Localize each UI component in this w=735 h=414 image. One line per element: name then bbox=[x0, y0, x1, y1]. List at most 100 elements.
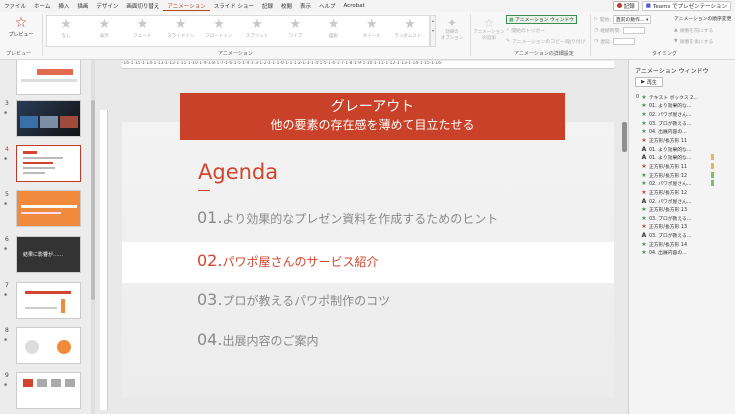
animation-pane-label: アニメーション ウィンドウ bbox=[515, 18, 574, 23]
delay-input[interactable] bbox=[613, 38, 636, 45]
banner-title: グレーアウト bbox=[330, 99, 415, 115]
menu-record[interactable]: 記録 bbox=[258, 2, 277, 10]
scrollbar-thumb[interactable] bbox=[91, 100, 95, 300]
thumb-shape bbox=[25, 307, 57, 309]
anim-wipe[interactable]: ★ ワイプ bbox=[276, 16, 314, 46]
text-effect-icon: A bbox=[641, 145, 647, 153]
animation-list-item[interactable]: A 03. プロが教える... bbox=[631, 231, 735, 240]
menu-animations[interactable]: アニメーション bbox=[163, 2, 210, 11]
thumbnail-scrollbar[interactable] bbox=[91, 60, 95, 414]
anim-appear[interactable]: ★ 表示 bbox=[85, 16, 123, 46]
ribbon-separator bbox=[470, 14, 471, 56]
menu-transitions[interactable]: 画面切り替え bbox=[122, 2, 163, 10]
menu-slideshow[interactable]: スライド ショー bbox=[210, 2, 258, 10]
effect-options-button[interactable]: ✦ 効果の オプション bbox=[438, 16, 466, 42]
animation-list-item[interactable]: ★ 04. 出展内容の... bbox=[631, 128, 735, 137]
slide-thumbnail-5[interactable] bbox=[16, 190, 81, 227]
entrance-effect-icon: ★ bbox=[641, 102, 647, 110]
thumb-image bbox=[40, 116, 58, 128]
exit-effect-icon: ★ bbox=[641, 223, 647, 231]
text-effect-icon: A bbox=[641, 232, 647, 240]
menu-help[interactable]: ヘルプ bbox=[315, 2, 340, 10]
agenda-item-2[interactable]: 02.パワポ屋さんのサービス紹介 bbox=[197, 251, 378, 270]
entrance-effect-icon: ★ bbox=[641, 128, 647, 136]
menu-file[interactable]: ファイル bbox=[0, 2, 30, 10]
start-icon: ▷ bbox=[594, 17, 598, 22]
animation-list: 0 ★ テキスト ボックス 2... ★ 01. より効果的な... ★ 02. パワポ屋さ… bbox=[631, 93, 735, 257]
animation-list-item[interactable]: ★ 02. パワポ屋さん... bbox=[631, 110, 735, 119]
slide-thumbnail-3[interactable] bbox=[16, 100, 81, 137]
slide-thumbnail-6[interactable]: 結果に影響が…… bbox=[16, 236, 81, 273]
vertical-ruler bbox=[100, 110, 108, 410]
menu-review[interactable]: 校閲 bbox=[277, 2, 296, 10]
agenda-item-3[interactable]: 03.プロが教えるパワポ制作のコツ bbox=[197, 290, 390, 309]
preview-button[interactable]: ☆ プレビュー bbox=[3, 15, 39, 51]
teams-present-button[interactable]: ■ Teams でプレゼンテーション bbox=[641, 1, 731, 11]
anim-fly-in[interactable]: ★ スライドイン bbox=[162, 16, 200, 46]
animation-pane-button[interactable]: ▦ アニメーション ウィンドウ bbox=[506, 15, 577, 24]
star-icon: ★ bbox=[289, 17, 302, 32]
slide-thumbnail-4[interactable] bbox=[16, 145, 81, 182]
animation-painter-button[interactable]: ✎ アニメーションのコピー/貼り付け bbox=[506, 38, 585, 45]
anim-shape[interactable]: ★ 図形 bbox=[314, 16, 352, 46]
animation-list-item[interactable]: ★ 03. プロが教える... bbox=[631, 214, 735, 223]
start-dropdown[interactable]: 直前の動作... ▾ bbox=[612, 15, 652, 24]
slide-thumbnail-9[interactable] bbox=[16, 372, 81, 409]
move-later-button[interactable]: ▼ 順番を後にする bbox=[674, 38, 713, 45]
animation-list-item[interactable]: ★ 正方形/長方形 13 bbox=[631, 205, 735, 214]
animation-list-item[interactable]: 0 ★ テキスト ボックス 2... bbox=[631, 93, 735, 102]
agenda-title[interactable]: Agenda bbox=[198, 160, 278, 184]
animation-list-item[interactable]: ★ 正方形/長方形 14 bbox=[631, 240, 735, 249]
thumb-shape bbox=[21, 212, 61, 214]
play-button[interactable]: ▶ 再生 bbox=[635, 77, 663, 87]
thumb-text: 結果に影響が…… bbox=[23, 252, 64, 258]
record-button[interactable]: 記録 bbox=[612, 1, 639, 11]
anim-fade[interactable]: ★ フェード bbox=[123, 16, 161, 46]
duration-input[interactable] bbox=[623, 27, 645, 34]
trigger-button[interactable]: ⚡ 開始のトリガー bbox=[506, 27, 545, 34]
reorder-label: アニメーションの順序変更 bbox=[674, 17, 732, 22]
animation-item-label: 03. プロが教える... bbox=[649, 234, 692, 240]
animation-list-item[interactable]: ★ 正方形/長方形 11 bbox=[631, 136, 735, 145]
animation-item-label: 01. より効果的な... bbox=[649, 156, 692, 162]
animation-list-item[interactable]: ★ 03. プロが教える... bbox=[631, 119, 735, 128]
menu-design[interactable]: デザイン bbox=[92, 2, 122, 10]
animation-marker-icon: ✱ bbox=[4, 246, 8, 251]
anim-split[interactable]: ★ スプリット bbox=[238, 16, 276, 46]
animation-list-item[interactable]: A 02. パワポ屋さん... bbox=[631, 197, 735, 206]
anim-random-bars[interactable]: ★ ランダムスト... bbox=[391, 16, 429, 46]
animation-list-item[interactable]: A 01. より効果的な... bbox=[631, 145, 735, 154]
anim-float-in[interactable]: ★ フロートイン bbox=[200, 16, 238, 46]
thumb-shape bbox=[37, 379, 47, 387]
animation-list-item[interactable]: ★ 正方形/長方形 12 bbox=[631, 171, 735, 180]
menu-insert[interactable]: 挿入 bbox=[54, 2, 73, 10]
animation-list-item[interactable]: ★ 正方形/長方形 12 bbox=[631, 188, 735, 197]
duration-label: 継続時間: bbox=[600, 29, 621, 34]
move-earlier-button[interactable]: ▲ 順番を前にする bbox=[674, 27, 713, 34]
editor-scrollbar-thumb[interactable] bbox=[622, 122, 627, 152]
menu-view[interactable]: 表示 bbox=[296, 2, 315, 10]
painter-label: アニメーションのコピー/貼り付け bbox=[512, 40, 586, 45]
animation-list-item[interactable]: ★ 正方形/長方形 13 bbox=[631, 223, 735, 232]
anim-wheel[interactable]: ★ ホイール bbox=[353, 16, 391, 46]
star-icon: ★ bbox=[365, 17, 378, 32]
agenda-item-1[interactable]: 01.より効果的なプレゼン資料を作成するためのヒント bbox=[197, 208, 498, 227]
menu-home[interactable]: ホーム bbox=[30, 2, 54, 10]
slide-thumbnail-2[interactable] bbox=[16, 60, 81, 95]
add-animation-button[interactable]: ☆ アニメーション の追加 bbox=[473, 16, 505, 42]
ribbon: ☆ プレビュー プレビュー ★ なし ★ 表示 ★ フェード ★ スライドイン ★ フロー… bbox=[0, 12, 735, 60]
gallery-more-button[interactable]: ▴ ▾ bbox=[430, 15, 436, 47]
animation-list-item[interactable]: ★ 04. 出展内容の... bbox=[631, 249, 735, 258]
agenda-item-4[interactable]: 04.出展内容のご案内 bbox=[197, 330, 318, 349]
animation-list-item[interactable]: ★ 01. より効果的な... bbox=[631, 102, 735, 111]
animation-list-item[interactable]: A 01. より効果的な... bbox=[631, 153, 735, 162]
thumb-shape bbox=[23, 151, 37, 154]
animation-list-item[interactable]: ★ 02. パワポ屋さん... bbox=[631, 179, 735, 188]
slide-canvas[interactable]: Agenda 01.より効果的なプレゼン資料を作成するためのヒント 02.パワポ… bbox=[122, 122, 614, 397]
slide-thumbnail-7[interactable] bbox=[16, 282, 81, 319]
anim-none[interactable]: ★ なし bbox=[47, 16, 85, 46]
menu-acrobat[interactable]: Acrobat bbox=[340, 3, 369, 9]
slide-thumbnail-8[interactable] bbox=[16, 327, 81, 364]
menu-draw[interactable]: 描画 bbox=[73, 2, 92, 10]
animation-list-item[interactable]: ★ 正方形/長方形 11 bbox=[631, 162, 735, 171]
